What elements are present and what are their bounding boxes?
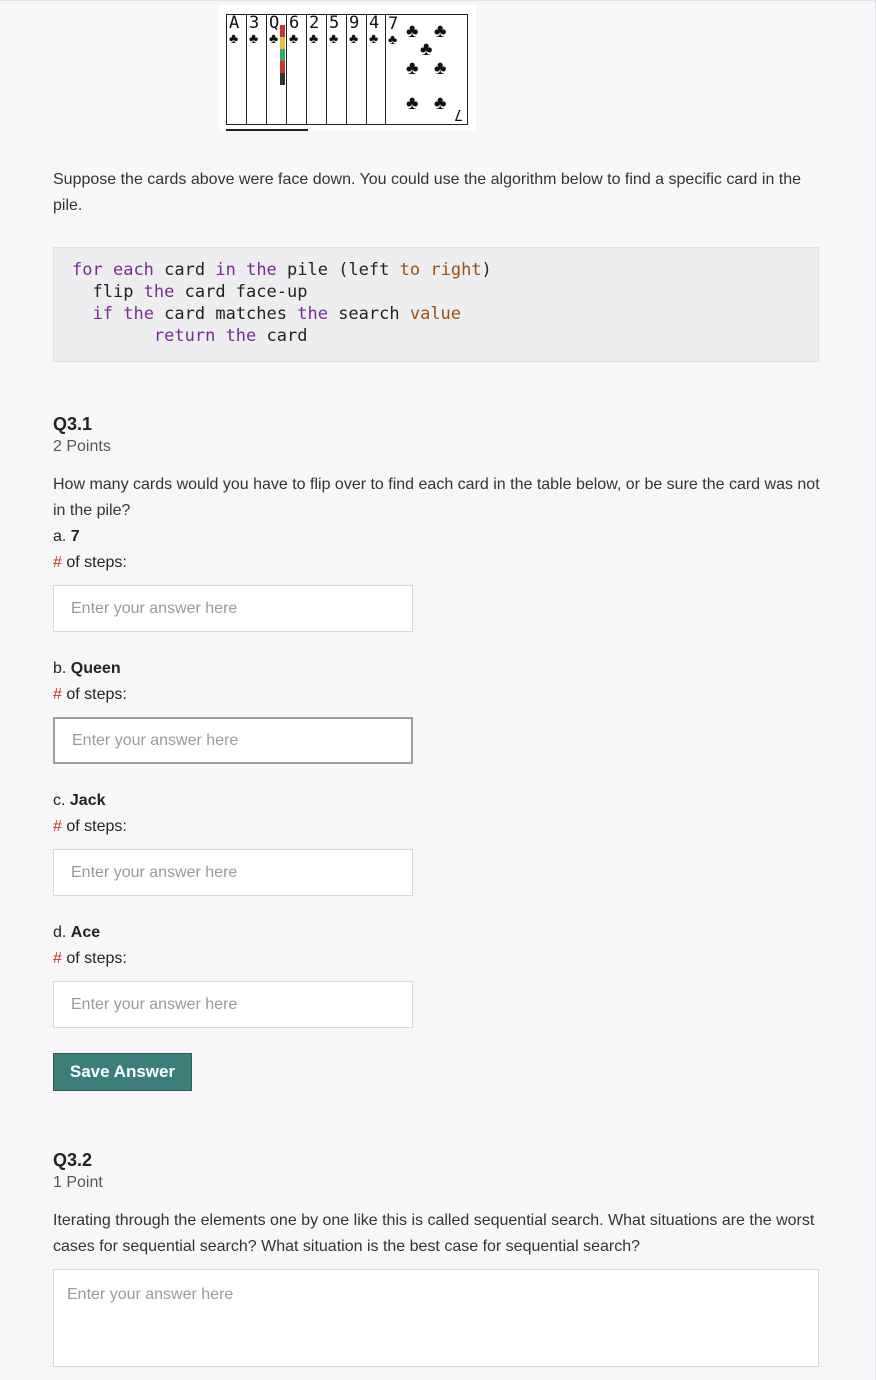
item-prefix: a. [53, 528, 71, 545]
code-text: card matches [153, 304, 298, 324]
item-name: Queen [70, 660, 121, 677]
card-two: 2 ♣ [306, 14, 328, 125]
club-icon: ♣ [249, 30, 259, 46]
club-icon: ♣ [434, 93, 447, 114]
hash-symbol: # [53, 950, 62, 967]
code-keyword: if [92, 304, 113, 324]
card-nine: 9 ♣ [346, 14, 368, 125]
answer-input-c[interactable] [53, 849, 413, 896]
item-name: Ace [70, 924, 101, 941]
club-icon: ♣ [420, 39, 433, 60]
club-icon: ♣ [406, 93, 419, 114]
code-keyword: each [112, 260, 154, 280]
question-title: Q3.2 [53, 1150, 93, 1170]
answer-input-d[interactable] [53, 981, 413, 1028]
question-title: Q3.1 [53, 414, 93, 434]
steps-text: of steps: [61, 950, 127, 967]
code-keyword: the [143, 282, 175, 302]
steps-label: # of steps: [53, 818, 127, 836]
card-pile-image: A ♣ 3 ♣ Q ♣ 6 ♣ 2 ♣ 5 ♣ 9 ♣ 4 ♣ 7 ♣ ♣ ♣ … [218, 5, 476, 131]
question-points: 1 Point [53, 1174, 103, 1191]
question-prompt: Iterating through the elements one by on… [53, 1212, 815, 1255]
club-icon: ♣ [309, 30, 319, 46]
answer-input-b[interactable] [53, 717, 413, 764]
steps-text: of steps: [61, 554, 127, 571]
hash-symbol: # [53, 554, 62, 571]
intro-text: Suppose the cards above were face down. … [53, 171, 802, 214]
steps-text: of steps: [61, 686, 127, 703]
code-keyword: for [72, 260, 103, 280]
club-icon: ♣ [289, 30, 299, 46]
code-keyword: right [430, 260, 482, 280]
item-label-d: d. Ace [53, 924, 100, 942]
item-label-a: a. 7 [53, 528, 80, 546]
code-text: ) [481, 260, 492, 280]
code-text: flip [92, 282, 144, 302]
club-icon: ♣ [406, 58, 419, 79]
club-icon: ♣ [349, 30, 359, 46]
item-prefix: d. [53, 924, 71, 941]
item-prefix: c. [53, 792, 70, 809]
steps-label: # of steps: [53, 686, 127, 704]
code-keyword: to [399, 260, 421, 280]
item-name: Jack [69, 792, 106, 809]
divider [226, 129, 308, 131]
item-label-c: c. Jack [53, 792, 105, 810]
code-keyword: the [123, 304, 154, 324]
item-prefix: b. [53, 660, 71, 677]
item-name: 7 [70, 528, 80, 545]
answer-textarea[interactable] [53, 1269, 819, 1367]
algorithm-code-block: for each card in the pile (left to right… [53, 247, 819, 362]
code-text: pile (left [276, 260, 400, 280]
code-text: card [256, 326, 308, 346]
card-rank-bottom: 7 [453, 106, 463, 124]
club-icon: ♣ [269, 30, 279, 46]
card-three: 3 ♣ [246, 14, 268, 125]
answer-input-a[interactable] [53, 585, 413, 632]
hash-symbol: # [53, 818, 62, 835]
club-icon: ♣ [434, 21, 447, 42]
club-icon: ♣ [329, 30, 339, 46]
code-keyword: in [215, 260, 236, 280]
question-prompt: How many cards would you have to flip ov… [53, 476, 820, 519]
top-border [0, 0, 876, 1]
card-ace: A ♣ [226, 14, 248, 125]
club-icon: ♣ [229, 30, 239, 46]
save-answer-button[interactable]: Save Answer [53, 1053, 192, 1091]
code-keyword: the [225, 326, 257, 346]
code-text: card [153, 260, 216, 280]
code-keyword: value [409, 304, 462, 324]
item-label-b: b. Queen [53, 660, 121, 678]
hash-symbol: # [53, 686, 62, 703]
steps-label: # of steps: [53, 554, 127, 572]
card-seven: 7 ♣ ♣ ♣ ♣ ♣ ♣ ♣ ♣ 7 [385, 14, 468, 125]
club-icon: ♣ [369, 30, 379, 46]
club-icon: ♣ [406, 21, 419, 42]
code-keyword: return [153, 326, 216, 346]
steps-text: of steps: [61, 818, 127, 835]
queen-face-art [280, 25, 285, 85]
code-keyword: the [297, 304, 328, 324]
club-icon: ♣ [434, 58, 447, 79]
card-six: 6 ♣ [286, 14, 308, 125]
card-five: 5 ♣ [326, 14, 348, 125]
code-text: search [327, 304, 410, 324]
club-icon: ♣ [388, 31, 398, 47]
code-text: card face-up [174, 282, 308, 302]
steps-label: # of steps: [53, 950, 127, 968]
code-keyword: the [246, 260, 277, 280]
question-points: 2 Points [53, 438, 111, 455]
